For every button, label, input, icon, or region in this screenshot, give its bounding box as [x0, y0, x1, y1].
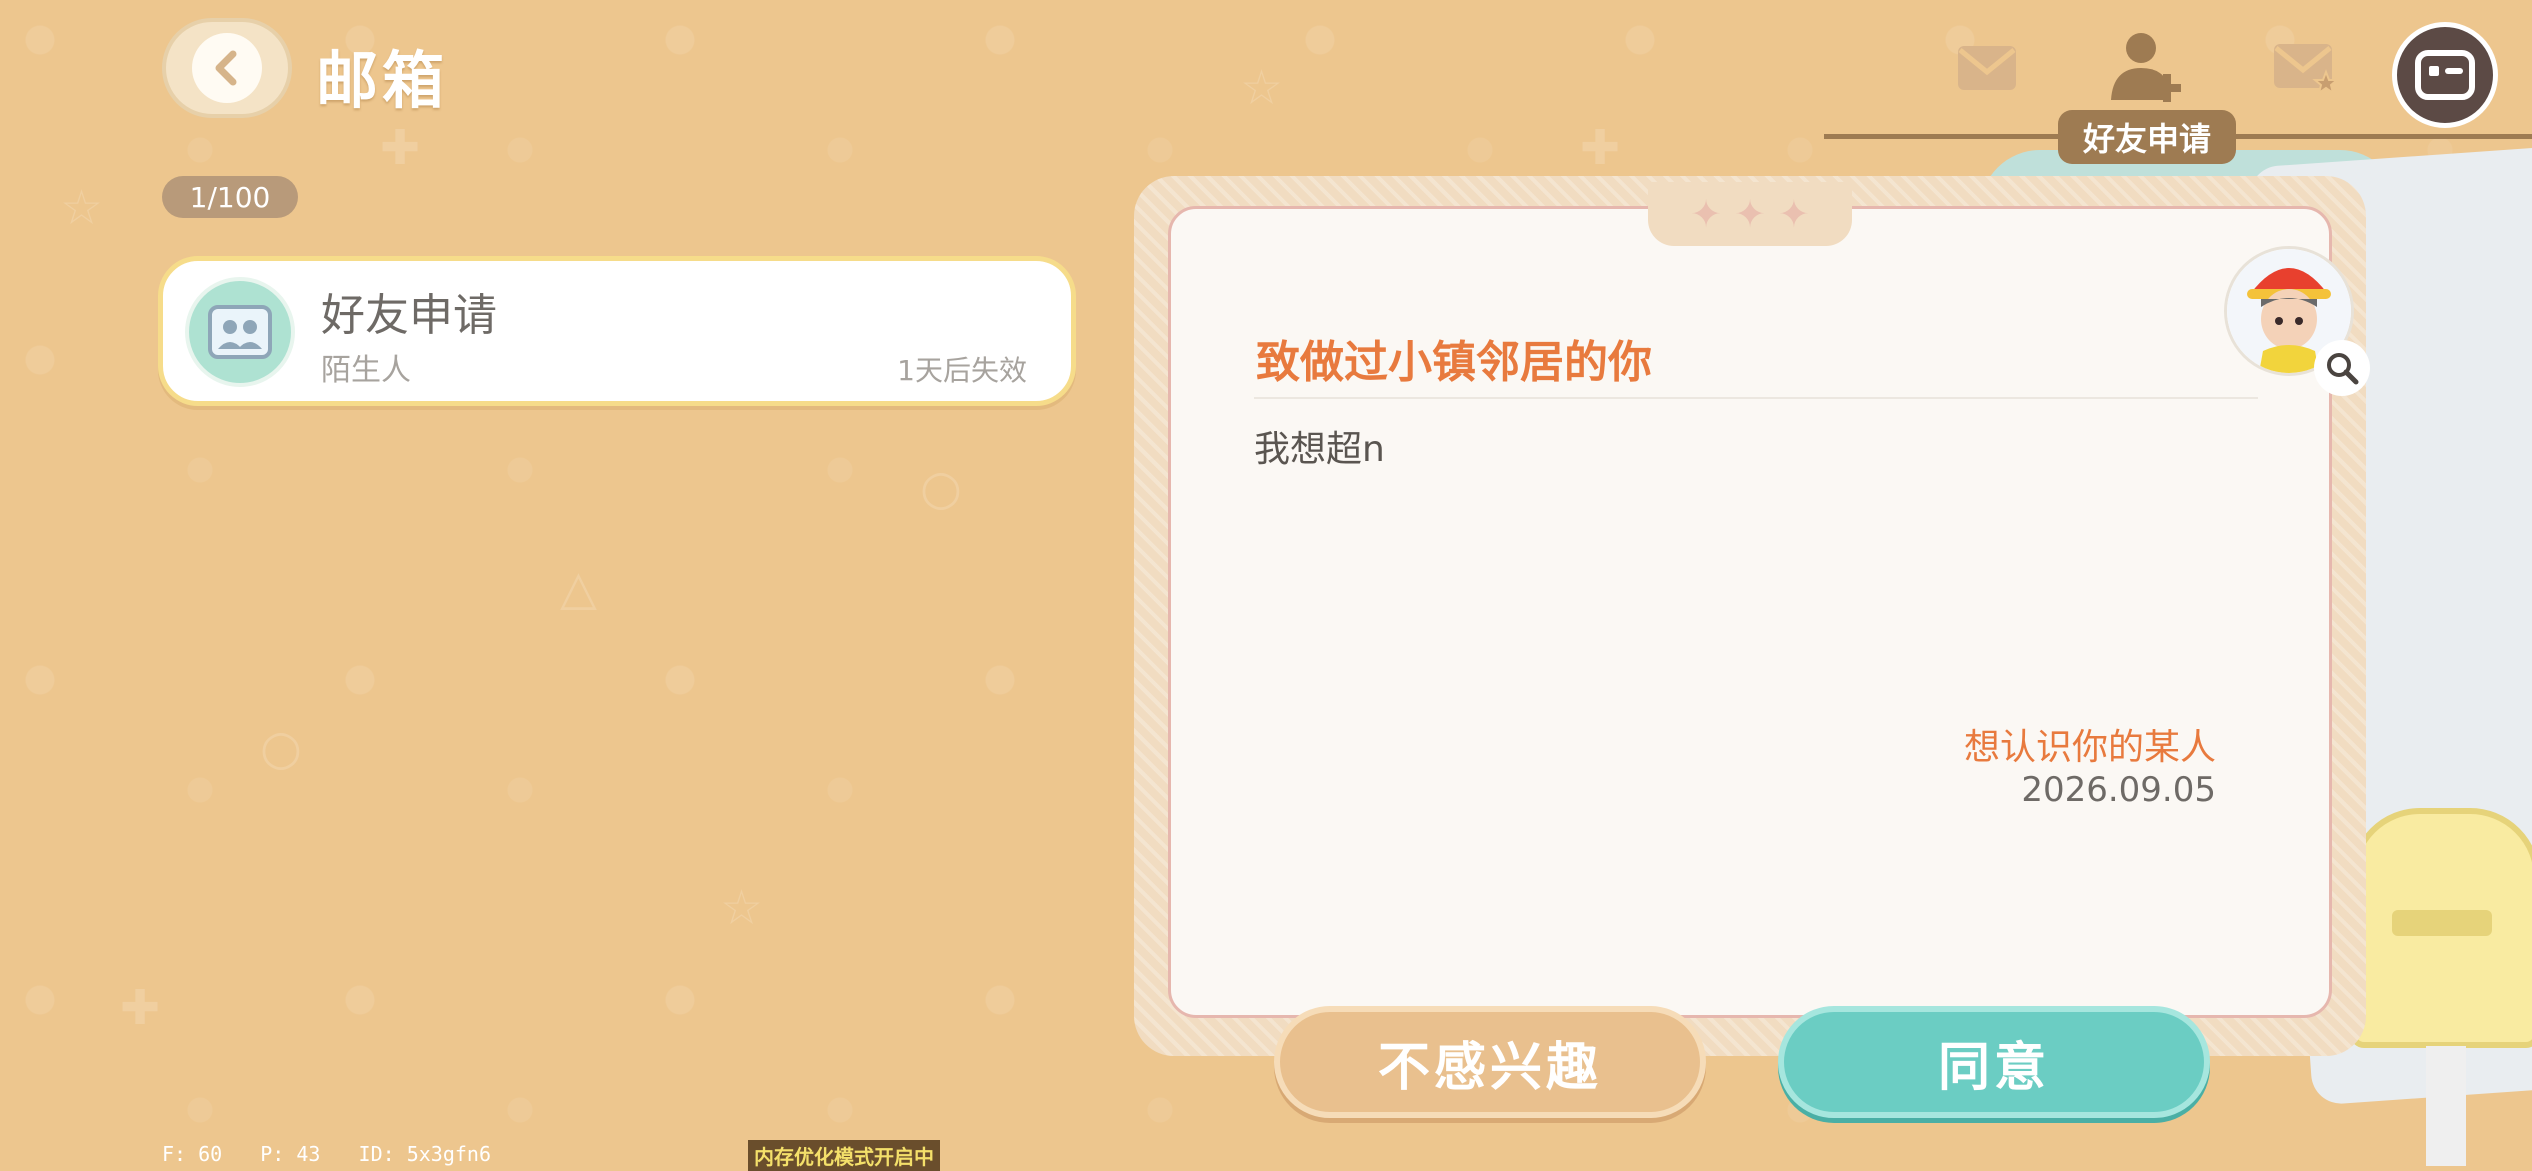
letter-subject: 致做过小镇邻居的你: [1256, 337, 1652, 388]
letter-body: 我想超n: [1254, 429, 1385, 470]
debug-info: F: 60 P: 43 ID: 5x3gfn6: [162, 1142, 517, 1166]
background-pattern: ✚: [380, 120, 421, 176]
background-pattern: ○: [260, 720, 302, 776]
zoom-icon[interactable]: [2314, 340, 2370, 396]
add-friend-icon[interactable]: [2102, 28, 2192, 108]
mail-item-expiry: 1天后失效: [897, 354, 1027, 387]
background-pattern: ☆: [60, 180, 104, 236]
background-pattern: △: [560, 560, 597, 616]
mailbox-post: [2426, 1046, 2466, 1166]
mail-item-title: 好友申请: [321, 290, 497, 341]
background-pattern: ○: [920, 460, 962, 516]
letter-divider: [1254, 397, 2258, 399]
background-pattern: ✚: [120, 980, 161, 1036]
friend-request-icon: [185, 277, 295, 387]
decline-button[interactable]: 不感兴趣: [1274, 1006, 1706, 1118]
accept-button[interactable]: 同意: [1778, 1006, 2210, 1118]
background-pattern: ☆: [1240, 60, 1284, 116]
tab-friend-request-label[interactable]: 好友申请: [2058, 110, 2236, 164]
memory-mode-notice: 内存优化模式开启中: [748, 1140, 940, 1171]
background-pattern: ✚: [1580, 120, 1621, 176]
starred-envelope-icon[interactable]: [2260, 28, 2350, 108]
sparkle-decoration-icon: ✦ ✦ ✦: [1648, 182, 1852, 246]
back-button[interactable]: [162, 18, 292, 118]
mailbox-decoration: [2350, 808, 2532, 1166]
page-title: 邮箱: [316, 44, 449, 117]
profile-button[interactable]: [2392, 22, 2498, 128]
mail-counter: 1/100: [162, 176, 298, 218]
envelope-icon[interactable]: [1942, 28, 2032, 108]
player-id: ID: 5x3gfn6: [358, 1142, 491, 1166]
letter-sender: 想认识你的某人: [1963, 727, 2216, 768]
fps-readout: F: 60: [162, 1142, 223, 1166]
letter-date: 2026.09.05: [2021, 770, 2216, 810]
mailbox-slot: [2392, 910, 2492, 936]
mail-list-item[interactable]: 好友申请 陌生人 1天后失效: [158, 256, 1076, 406]
background-pattern: ☆: [720, 880, 764, 936]
ping-readout: P: 43: [260, 1142, 321, 1166]
profile-card-icon: [2415, 50, 2475, 100]
mail-item-sender: 陌生人: [321, 353, 411, 388]
back-arrow-icon: [192, 33, 262, 103]
